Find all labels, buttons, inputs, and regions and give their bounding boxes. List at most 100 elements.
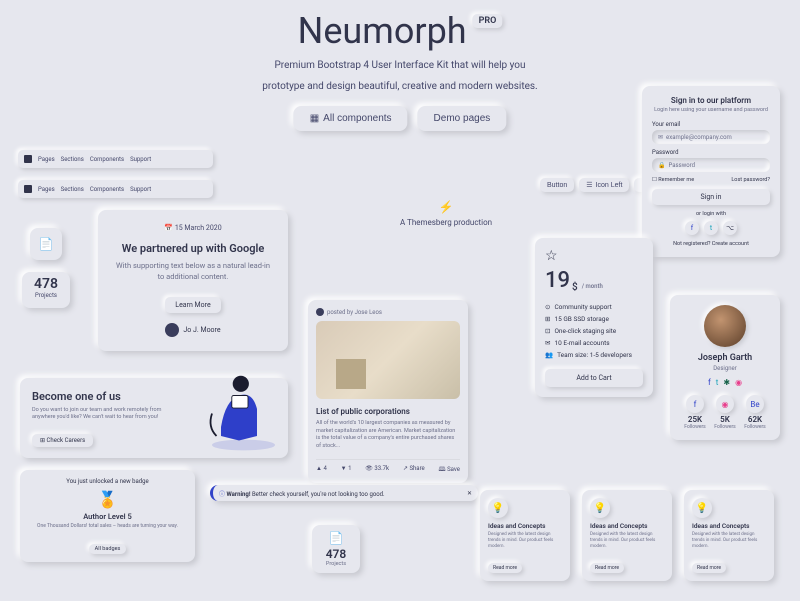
nav-support[interactable]: Support <box>130 156 151 163</box>
nav-components[interactable]: Components <box>90 186 124 193</box>
feature-team: 👥 Team size: 1-5 developers <box>545 351 643 359</box>
card-image <box>316 321 460 399</box>
github-icon[interactable]: ⌥ <box>723 221 737 235</box>
views-count: 👁 33.7k <box>365 465 389 475</box>
idea-body: Designed with the latest design trends i… <box>590 532 664 550</box>
corps-title: List of public corporations <box>316 407 460 416</box>
avatar <box>704 305 746 347</box>
badge-desc: One Thousand Dollars! total sales – head… <box>28 523 187 529</box>
stat-facebook: f 25KFollowers <box>684 395 706 430</box>
lightbulb-icon: 💡 <box>488 498 508 518</box>
create-account-link[interactable]: Not registered? Create account <box>652 241 770 247</box>
profile-card: Joseph Garth Designer f t ✱ ◉ f 25KFollo… <box>670 295 780 440</box>
file-icon: 📄 <box>30 228 62 260</box>
nav-components[interactable]: Components <box>90 156 124 163</box>
avatar <box>165 323 179 337</box>
info-icon: ⓘ <box>219 491 225 498</box>
signin-subtitle: Login here using your username and passw… <box>652 107 770 113</box>
projects-stat: 478 Projects <box>22 272 70 308</box>
slack-icon[interactable]: ✱ <box>723 378 730 387</box>
navbar-2: Pages Sections Components Support <box>18 180 213 198</box>
article-author: Jo J. Moore <box>112 323 274 337</box>
file-icon: 📄 <box>312 531 360 545</box>
profile-role: Designer <box>680 365 770 372</box>
badge-header: You just unlocked a new badge <box>28 478 187 485</box>
themesberg-icon: ⚡ <box>400 200 492 214</box>
subtitle-2: prototype and design beautiful, creative… <box>262 79 537 94</box>
warning-alert: ⓘ Warning! Better check yourself, you're… <box>210 485 478 501</box>
email-field[interactable]: ✉ example@company.com <box>652 130 770 144</box>
projects-stat-2: 📄 478 Projects <box>312 525 360 573</box>
idea-title: Ideas and Concepts <box>590 522 664 530</box>
dribbble-icon: ◉ <box>716 395 734 413</box>
nav-pages[interactable]: Pages <box>38 156 55 163</box>
idea-title: Ideas and Concepts <box>692 522 766 530</box>
read-more-button[interactable]: Read more <box>692 563 726 573</box>
downvote-button[interactable]: ▼ 1 <box>341 465 352 475</box>
stat-label: Projects <box>22 292 70 299</box>
feature-staging: ⊡ One-click staging site <box>545 327 643 335</box>
signin-button[interactable]: Sign in <box>652 189 770 205</box>
nav-support[interactable]: Support <box>130 186 151 193</box>
star-icon: ☆ <box>545 248 643 264</box>
stat-number: 478 <box>312 547 360 561</box>
page-title: Neumorph PRO <box>298 10 503 52</box>
email-label: Your email <box>652 121 770 128</box>
stat-dribbble: ◉ 5KFollowers <box>714 395 736 430</box>
learn-more-button[interactable]: Learn More <box>165 297 220 313</box>
feature-storage: ⊞ 15 GB SSD storage <box>545 315 643 323</box>
article-date: 📅 15 March 2020 <box>112 224 274 232</box>
navbar-1: Pages Sections Components Support <box>18 150 213 168</box>
posted-by: posted by Jose Leos <box>316 308 460 316</box>
nav-sections[interactable]: Sections <box>61 156 84 163</box>
become-body: Do you want to join our team and work re… <box>32 407 186 421</box>
nav-pages[interactable]: Pages <box>38 186 55 193</box>
behance-icon: Be <box>746 395 764 413</box>
corporations-card: posted by Jose Leos List of public corpo… <box>308 300 468 483</box>
read-more-button[interactable]: Read more <box>590 563 624 573</box>
themesberg-credit: ⚡ A Themesberg production <box>400 200 492 227</box>
badge-unlock-card: You just unlocked a new badge 🏅 Author L… <box>20 470 195 562</box>
feature-email: ✉ 10 E-mail accounts <box>545 339 643 347</box>
article-body: With supporting text below as a natural … <box>112 261 274 282</box>
all-badges-button[interactable]: All badges <box>89 544 127 554</box>
password-field[interactable]: 🔒 Password <box>652 158 770 172</box>
upvote-button[interactable]: ▲ 4 <box>316 465 327 475</box>
facebook-icon[interactable]: f <box>708 378 711 387</box>
save-button[interactable]: 🕮 Save <box>439 465 460 475</box>
nav-sections[interactable]: Sections <box>61 186 84 193</box>
close-icon[interactable]: ✕ <box>467 490 472 497</box>
demo-pages-button[interactable]: Demo pages <box>418 106 507 131</box>
twitter-icon[interactable]: t <box>704 221 718 235</box>
medal-icon: 🏅 <box>28 490 187 509</box>
price: 19$ / month <box>545 268 643 293</box>
idea-card-1: 💡 Ideas and Concepts Designed with the l… <box>480 490 570 581</box>
idea-card-2: 💡 Ideas and Concepts Designed with the l… <box>582 490 672 581</box>
add-to-cart-button[interactable]: Add to Cart <box>545 369 643 387</box>
article-title: We partnered up with Google <box>112 242 274 255</box>
share-button[interactable]: ↗ Share <box>403 465 425 475</box>
title-text: Neumorph <box>298 10 467 52</box>
article-card: 📅 15 March 2020 We partnered up with Goo… <box>98 210 288 351</box>
idea-body: Designed with the latest design trends i… <box>488 532 562 550</box>
all-components-button[interactable]: ▦ All components <box>294 106 408 131</box>
facebook-icon: f <box>686 395 704 413</box>
button-icon-left[interactable]: ☰ Icon Left <box>579 178 629 192</box>
facebook-icon[interactable]: f <box>685 221 699 235</box>
remember-checkbox[interactable]: ☐ Remember me <box>652 177 694 183</box>
check-careers-button[interactable]: ⊞ Check Careers <box>32 434 93 447</box>
lightbulb-icon: 💡 <box>590 498 610 518</box>
pricing-card: ☆ 19$ / month ⊙ Community support ⊞ 15 G… <box>535 238 653 397</box>
dribbble-icon[interactable]: ◉ <box>735 378 742 387</box>
feature-support: ⊙ Community support <box>545 303 643 311</box>
button-default[interactable]: Button <box>540 178 574 192</box>
or-login-with: or login with <box>652 211 770 217</box>
password-label: Password <box>652 149 770 156</box>
stat-behance: Be 62KFollowers <box>744 395 766 430</box>
twitter-icon[interactable]: t <box>716 378 719 387</box>
read-more-button[interactable]: Read more <box>488 563 522 573</box>
lost-password-link[interactable]: Lost password? <box>731 177 770 183</box>
logo-icon <box>24 185 32 193</box>
logo-icon <box>24 155 32 163</box>
become-card: Become one of us Do you want to join our… <box>20 378 288 458</box>
